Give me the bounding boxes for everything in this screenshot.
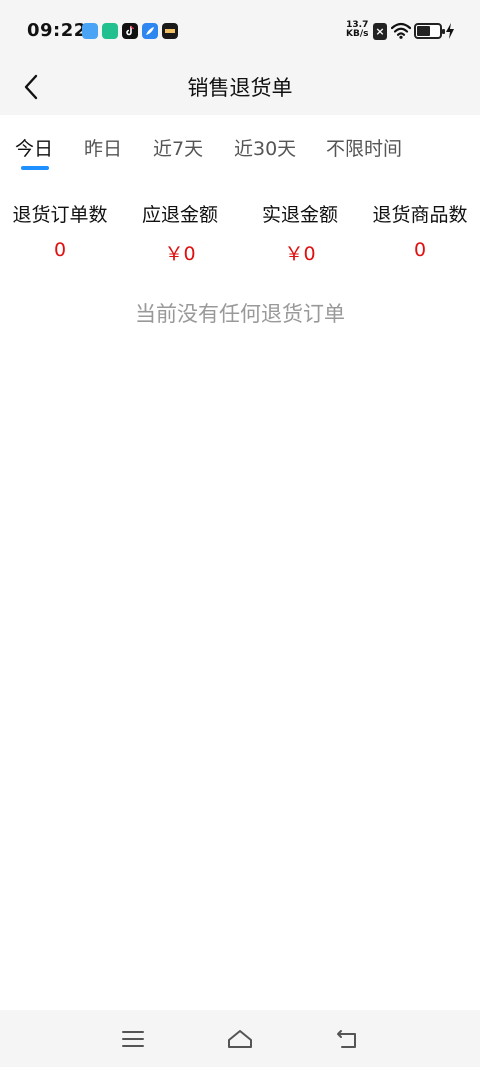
- system-nav-bar: [0, 1010, 480, 1067]
- menu-icon: [122, 1031, 144, 1047]
- menu-button[interactable]: [118, 1024, 148, 1054]
- stat-label: 应退金额: [141, 204, 218, 226]
- stat-label: 实退金额: [261, 204, 338, 226]
- stat-refund-due: 应退金额 ￥0: [120, 200, 240, 266]
- app-blue-icon: [82, 23, 98, 39]
- stat-label: 退货商品数: [372, 204, 468, 226]
- tab-last-7-days[interactable]: 近7天: [153, 134, 203, 161]
- stat-value: ￥0: [164, 243, 196, 265]
- status-time: 09:22: [27, 20, 87, 41]
- back-nav-button[interactable]: [332, 1024, 362, 1054]
- tab-yesterday[interactable]: 昨日: [84, 134, 122, 161]
- stat-refund-actual: 实退金额 ￥0: [240, 200, 360, 266]
- stat-value: 0: [413, 239, 427, 261]
- tab-today[interactable]: 今日: [15, 134, 53, 161]
- tiktok-icon: [122, 23, 138, 39]
- stat-return-orders: 退货订单数 0: [0, 200, 120, 261]
- tab-last-30-days[interactable]: 近30天: [234, 134, 296, 161]
- return-summary: 退货订单数 0 应退金额 ￥0 实退金额 ￥0 退货商品数 0: [0, 200, 480, 270]
- home-button[interactable]: [225, 1024, 255, 1054]
- network-speed: 13.7 KB/s: [346, 21, 368, 39]
- date-filter-tabs: 今日 昨日 近7天 近30天 不限时间: [0, 118, 480, 178]
- page-title: 销售退货单: [187, 76, 293, 100]
- stat-value: ￥0: [284, 243, 316, 265]
- app-dark-icon: [162, 23, 178, 39]
- wifi-icon: [390, 22, 412, 43]
- battery-icon: [414, 23, 445, 39]
- stat-returned-items: 退货商品数 0: [360, 200, 480, 261]
- tab-unlimited-time[interactable]: 不限时间: [326, 134, 402, 161]
- app-feather-icon: [142, 23, 158, 39]
- home-icon: [228, 1030, 252, 1048]
- charging-icon: [445, 22, 455, 44]
- status-app-icons: [82, 23, 178, 39]
- stat-label: 退货订单数: [12, 204, 108, 226]
- stat-value: 0: [53, 239, 67, 261]
- app-green-icon: [102, 23, 118, 39]
- sim-status-icon: ×: [373, 23, 387, 40]
- active-tab-indicator: [21, 166, 49, 170]
- header-bar: 销售退货单: [0, 60, 480, 115]
- network-speed-unit: KB/s: [346, 29, 369, 39]
- return-icon: [337, 1030, 356, 1048]
- empty-state-message: 当前没有任何退货订单: [135, 302, 345, 326]
- status-bar: 09:22 13.7 KB/s ×: [0, 0, 480, 60]
